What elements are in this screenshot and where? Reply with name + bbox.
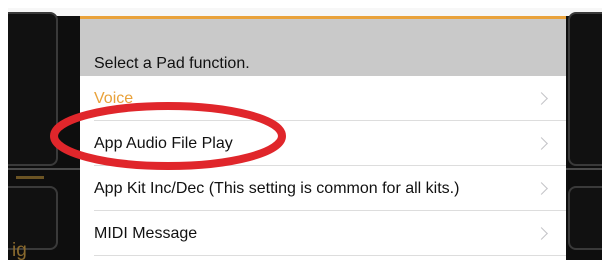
popover-header: Select a Pad function. <box>80 19 566 76</box>
menu-item-label: Voice <box>94 89 134 107</box>
menu-item-app-kit-inc-dec[interactable]: App Kit Inc/Dec (This setting is common … <box>80 166 566 211</box>
background-label: ig <box>12 240 27 260</box>
menu-item-label: App Audio File Play <box>94 134 233 152</box>
pad-right-top <box>568 12 602 166</box>
chevron-right-icon <box>535 91 548 105</box>
menu-item-midi-message[interactable]: MIDI Message <box>80 211 566 256</box>
pad-indicator <box>16 176 44 179</box>
pad-right-bottom <box>568 186 602 250</box>
menu-item-label: MIDI Message <box>94 224 198 242</box>
row-divider <box>94 255 566 256</box>
chevron-right-icon <box>535 136 548 150</box>
chevron-right-icon <box>535 226 548 240</box>
menu-item-voice[interactable]: Voice <box>80 76 566 121</box>
popover-title: Select a Pad function. <box>94 55 250 72</box>
top-edge <box>8 8 602 16</box>
menu-item-app-audio-file-play[interactable]: App Audio File Play <box>80 121 566 166</box>
pad-left-top <box>8 12 58 166</box>
menu-item-label: App Kit Inc/Dec (This setting is common … <box>94 179 460 197</box>
pad-divider <box>8 168 80 170</box>
chevron-right-icon <box>535 181 548 195</box>
pad-divider-right <box>564 168 602 170</box>
pad-function-popover: Select a Pad function. Voice App Audio F… <box>80 16 566 260</box>
